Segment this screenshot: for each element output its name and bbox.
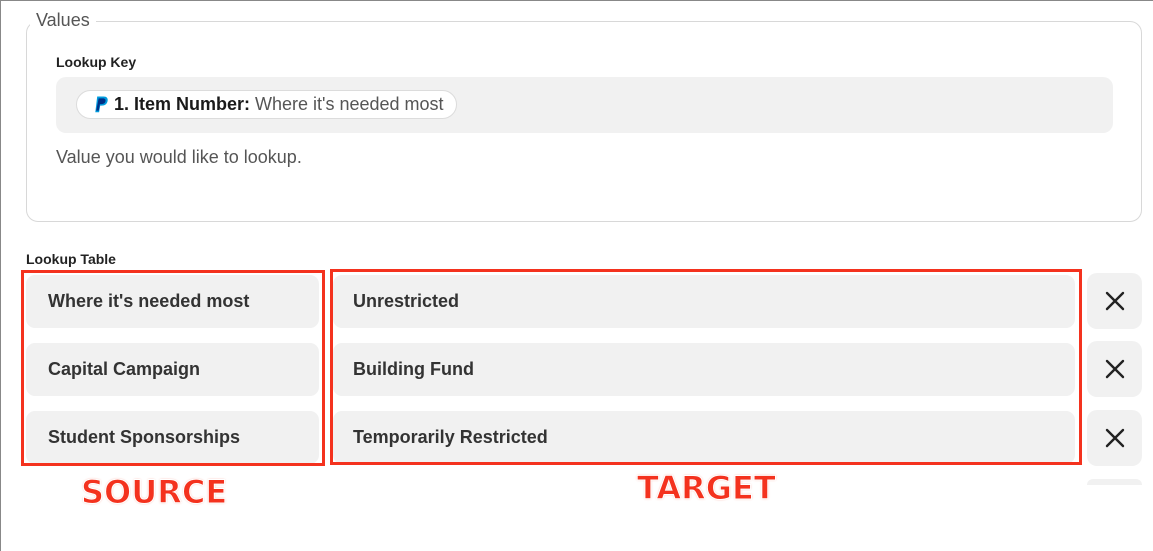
values-legend: Values bbox=[30, 9, 96, 31]
target-annotation-label: TARGET bbox=[637, 469, 777, 508]
pill-field-value: Where it's needed most bbox=[255, 94, 444, 114]
target-input-row-2[interactable]: Building Fund bbox=[333, 343, 1075, 396]
close-icon bbox=[1105, 291, 1124, 311]
source-input-row-2[interactable]: Capital Campaign bbox=[26, 343, 319, 396]
source-annotation-label: SOURCE bbox=[80, 473, 228, 512]
lookup-key-input[interactable]: 1. Item Number: Where it's needed most bbox=[56, 77, 1113, 133]
next-row-delete-button-partial bbox=[1087, 479, 1142, 485]
target-input-row-1[interactable]: Unrestricted bbox=[333, 275, 1075, 328]
close-icon bbox=[1105, 428, 1124, 448]
delete-row-1-button[interactable] bbox=[1087, 273, 1142, 329]
delete-row-3-button[interactable] bbox=[1087, 410, 1142, 466]
lookup-key-help-text: Value you would like to lookup. bbox=[56, 147, 302, 167]
paypal-icon bbox=[95, 96, 108, 113]
lookup-key-label: Lookup Key bbox=[56, 54, 137, 70]
source-input-row-3[interactable]: Student Sponsorships bbox=[26, 411, 319, 464]
close-icon bbox=[1105, 359, 1124, 379]
source-input-row-1[interactable]: Where it's needed most bbox=[26, 275, 319, 328]
lookup-table-label: Lookup Table bbox=[26, 251, 116, 267]
lookup-table-form: Values Lookup Key 1. Item Number: Where … bbox=[0, 0, 1153, 551]
delete-row-2-button[interactable] bbox=[1087, 341, 1142, 397]
target-input-row-3[interactable]: Temporarily Restricted bbox=[333, 411, 1075, 464]
pill-field-name: 1. Item Number: bbox=[114, 94, 251, 114]
mapped-field-pill[interactable]: 1. Item Number: Where it's needed most bbox=[76, 90, 457, 119]
